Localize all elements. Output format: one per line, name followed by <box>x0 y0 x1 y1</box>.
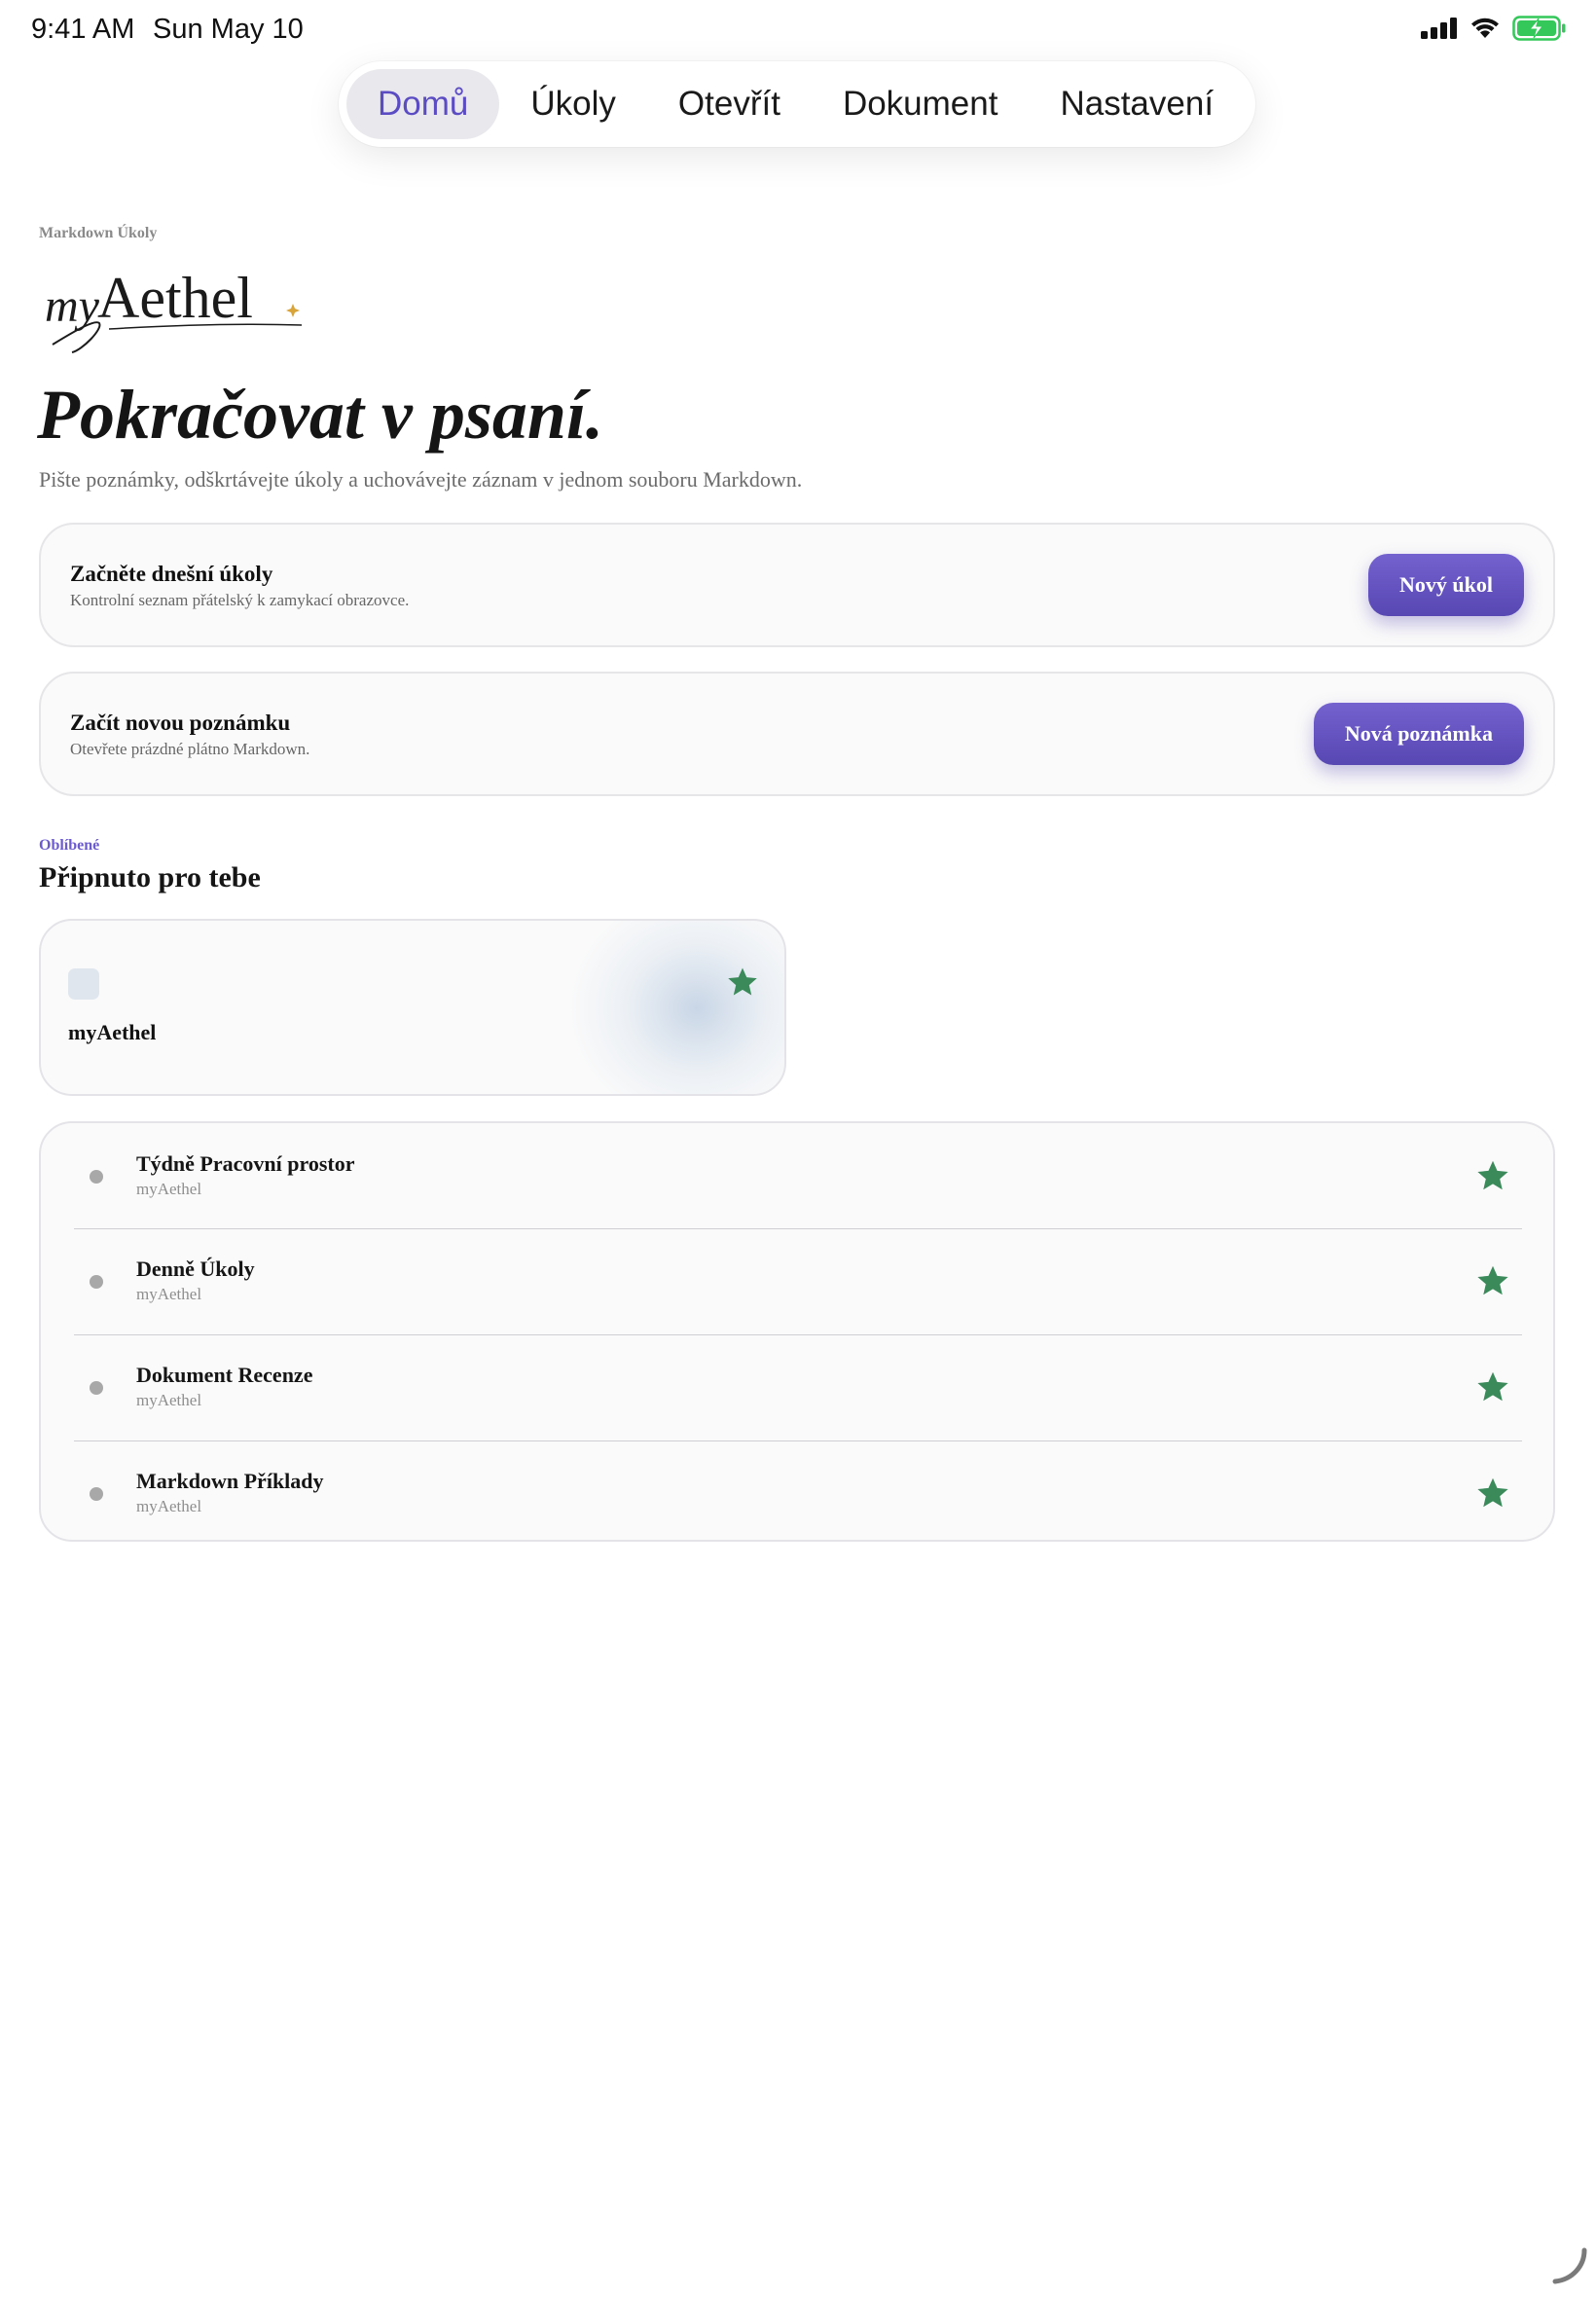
item-title: Dokument Recenze <box>136 1363 313 1387</box>
card-description: Kontrolní seznam přátelský k zamykací ob… <box>70 591 410 609</box>
status-time: 9:41 AM <box>31 14 135 45</box>
card-title: Začít novou poznámku <box>70 711 291 735</box>
tab-dokument[interactable]: Dokument <box>812 69 1030 139</box>
tab-otevrit[interactable]: Otevřít <box>647 69 812 139</box>
page-kicker: Markdown Úkoly <box>39 225 158 241</box>
bullet-dot <box>90 1487 103 1501</box>
page-subtitle: Pište poznámky, odškrtávejte úkoly a uch… <box>39 467 803 492</box>
star-icon[interactable] <box>1475 1369 1510 1404</box>
row-divider <box>74 1334 1522 1335</box>
cellular-signal-icon <box>1421 18 1457 39</box>
pinned-card[interactable]: myAethel <box>39 919 786 1096</box>
row-divider <box>74 1440 1522 1441</box>
new-note-button[interactable]: Nová poznámka <box>1313 703 1524 765</box>
resize-handle-icon[interactable] <box>1549 2246 1588 2285</box>
item-title: Markdown Příklady <box>136 1469 324 1493</box>
item-subtitle: myAethel <box>136 1180 202 1198</box>
star-icon[interactable] <box>1475 1476 1510 1511</box>
item-title: Denně Úkoly <box>136 1257 255 1281</box>
page-title: Pokračovat v psaní. <box>37 376 603 454</box>
favorites-kicker: Oblíbené <box>39 837 100 854</box>
pinned-label: myAethel <box>68 1020 157 1044</box>
card-title: Začněte dnešní úkoly <box>70 562 273 586</box>
star-icon[interactable] <box>1475 1263 1510 1298</box>
status-icons <box>1421 16 1567 41</box>
app-logo: my Aethel <box>39 261 321 370</box>
star-icon[interactable] <box>726 966 759 999</box>
list-item[interactable]: Denně Úkoly myAethel <box>74 1228 1522 1333</box>
battery-charging-icon <box>1512 16 1566 41</box>
card-glow <box>570 921 784 1094</box>
document-icon <box>68 968 99 1000</box>
new-note-card: Začít novou poznámku Otevřete prázdné pl… <box>39 672 1555 796</box>
tab-ukoly[interactable]: Úkoly <box>499 69 647 139</box>
status-date: Sun May 10 <box>153 14 304 45</box>
star-icon[interactable] <box>1475 1158 1510 1193</box>
tab-bar: Domů Úkoly Otevřít Dokument Nastavení <box>339 61 1255 147</box>
list-item[interactable]: Markdown Příklady myAethel <box>74 1440 1522 1546</box>
tab-domu[interactable]: Domů <box>346 69 500 139</box>
item-subtitle: myAethel <box>136 1285 202 1303</box>
item-title: Týdně Pracovní prostor <box>136 1151 355 1176</box>
list-item[interactable]: Týdně Pracovní prostor myAethel <box>74 1123 1522 1228</box>
list-item[interactable]: Dokument Recenze myAethel <box>74 1334 1522 1440</box>
bullet-dot <box>90 1275 103 1289</box>
new-task-card: Začněte dnešní úkoly Kontrolní seznam př… <box>39 523 1555 647</box>
status-bar: 9:41 AM Sun May 10 <box>0 0 1596 62</box>
card-description: Otevřete prázdné plátno Markdown. <box>70 740 310 758</box>
wifi-icon <box>1471 18 1499 38</box>
bullet-dot <box>90 1381 103 1395</box>
favorites-list: Týdně Pracovní prostor myAethel Denně Úk… <box>39 1121 1555 1542</box>
tab-nastaveni[interactable]: Nastavení <box>1029 69 1245 139</box>
item-subtitle: myAethel <box>136 1391 202 1409</box>
row-divider <box>74 1228 1522 1229</box>
favorites-title: Připnuto pro tebe <box>39 861 261 893</box>
new-task-button[interactable]: Nový úkol <box>1368 554 1524 616</box>
item-subtitle: myAethel <box>136 1497 202 1515</box>
svg-text:Aethel: Aethel <box>97 266 253 330</box>
bullet-dot <box>90 1170 103 1184</box>
